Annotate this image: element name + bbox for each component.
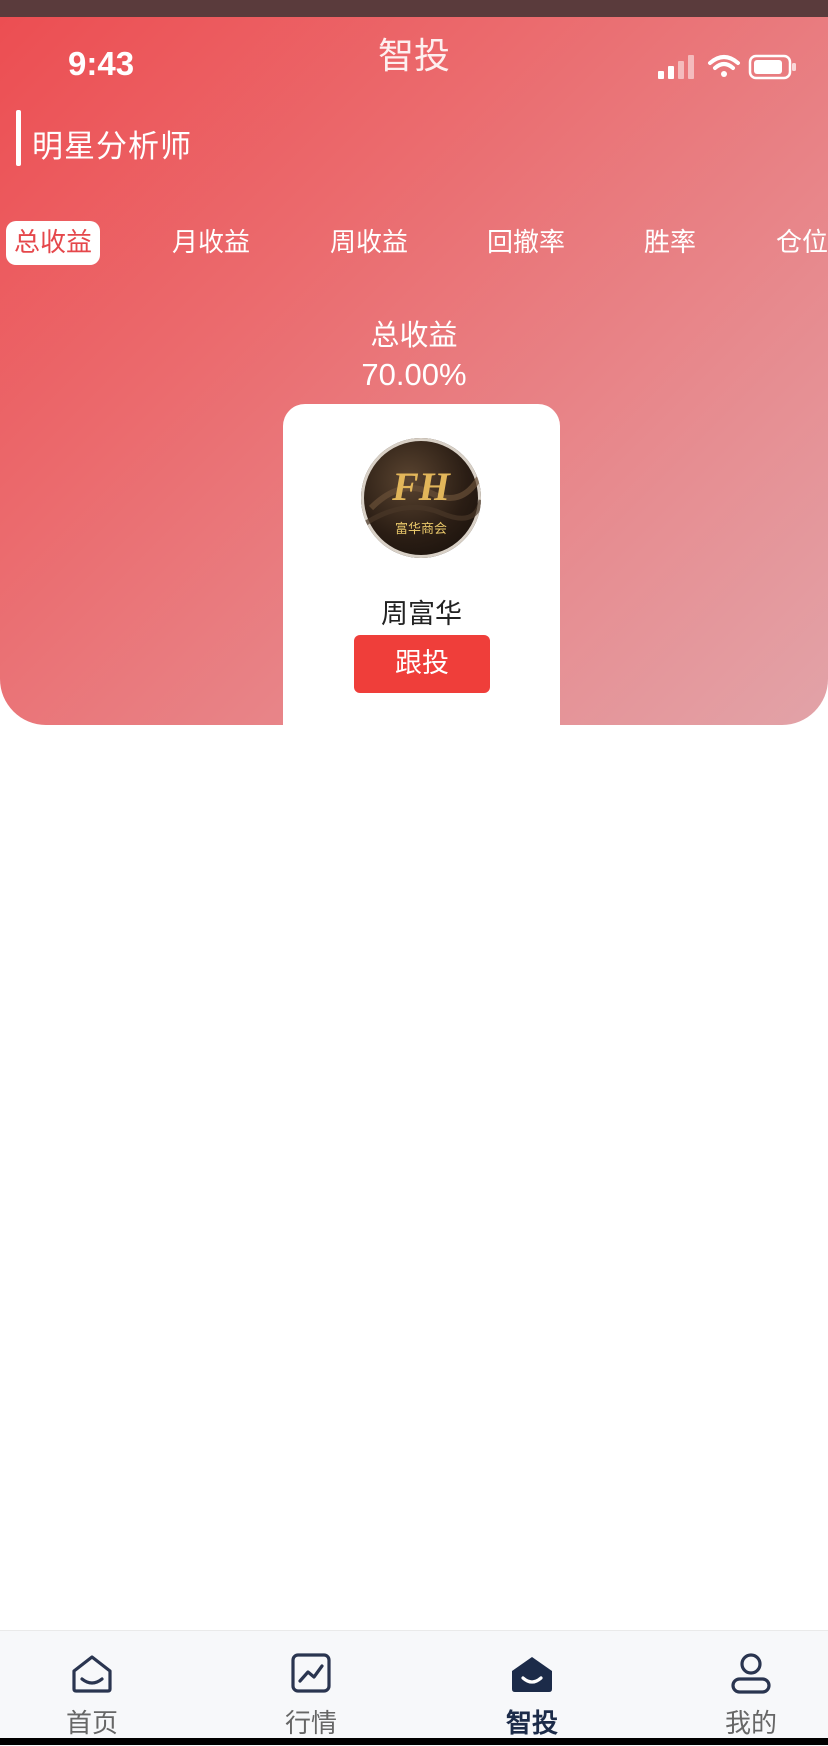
chart-icon	[291, 1653, 331, 1693]
signal-icon	[658, 55, 694, 79]
nav-item-smart-invest[interactable]: 智投	[467, 1631, 597, 1746]
wifi-icon	[708, 55, 740, 77]
smart-invest-icon	[512, 1657, 552, 1692]
nav-label-home: 首页	[65, 1709, 118, 1739]
tab-monthly-return[interactable]: 月收益	[172, 221, 250, 265]
battery-icon	[748, 54, 796, 80]
nav-label-market: 行情	[284, 1709, 337, 1739]
bottom-nav: 首页 行情 智投 我的	[0, 1630, 828, 1746]
metric-label: 总收益	[370, 318, 458, 352]
home-icon	[72, 1655, 112, 1693]
section-title: 明星分析师	[32, 129, 192, 165]
nav-item-market[interactable]: 行情	[246, 1631, 376, 1746]
tab-weekly-return[interactable]: 周收益	[330, 221, 408, 265]
ranking-tabs: 总收益 月收益 周收益 回撤率 胜率 仓位	[0, 221, 828, 271]
section-accent-bar	[16, 110, 21, 166]
follow-invest-button[interactable]: 跟投	[354, 635, 490, 693]
top-band	[0, 0, 828, 17]
home-indicator	[0, 1738, 828, 1745]
logo-initials: FH	[391, 464, 452, 509]
nav-item-profile[interactable]: 我的	[686, 1631, 816, 1746]
analyst-name: 周富华	[381, 599, 462, 630]
tab-position[interactable]: 仓位	[776, 221, 828, 265]
tab-win-rate[interactable]: 胜率	[644, 221, 696, 265]
profile-icon	[731, 1653, 771, 1694]
status-icons	[618, 53, 798, 81]
nav-item-home[interactable]: 首页	[27, 1631, 157, 1746]
nav-label-profile: 我的	[724, 1709, 777, 1739]
logo-text: 富华商会	[394, 522, 447, 537]
metric-value: 70.00%	[361, 357, 467, 392]
tab-total-return[interactable]: 总收益	[6, 221, 101, 265]
analyst-card[interactable]: FH 富华商会 周富华 跟投	[283, 404, 560, 784]
avatar-logo-art: FH	[364, 464, 481, 526]
analyst-avatar: FH 富华商会	[361, 438, 481, 558]
nav-label-smart-invest: 智投	[505, 1709, 558, 1739]
tab-drawdown[interactable]: 回撤率	[487, 221, 565, 265]
